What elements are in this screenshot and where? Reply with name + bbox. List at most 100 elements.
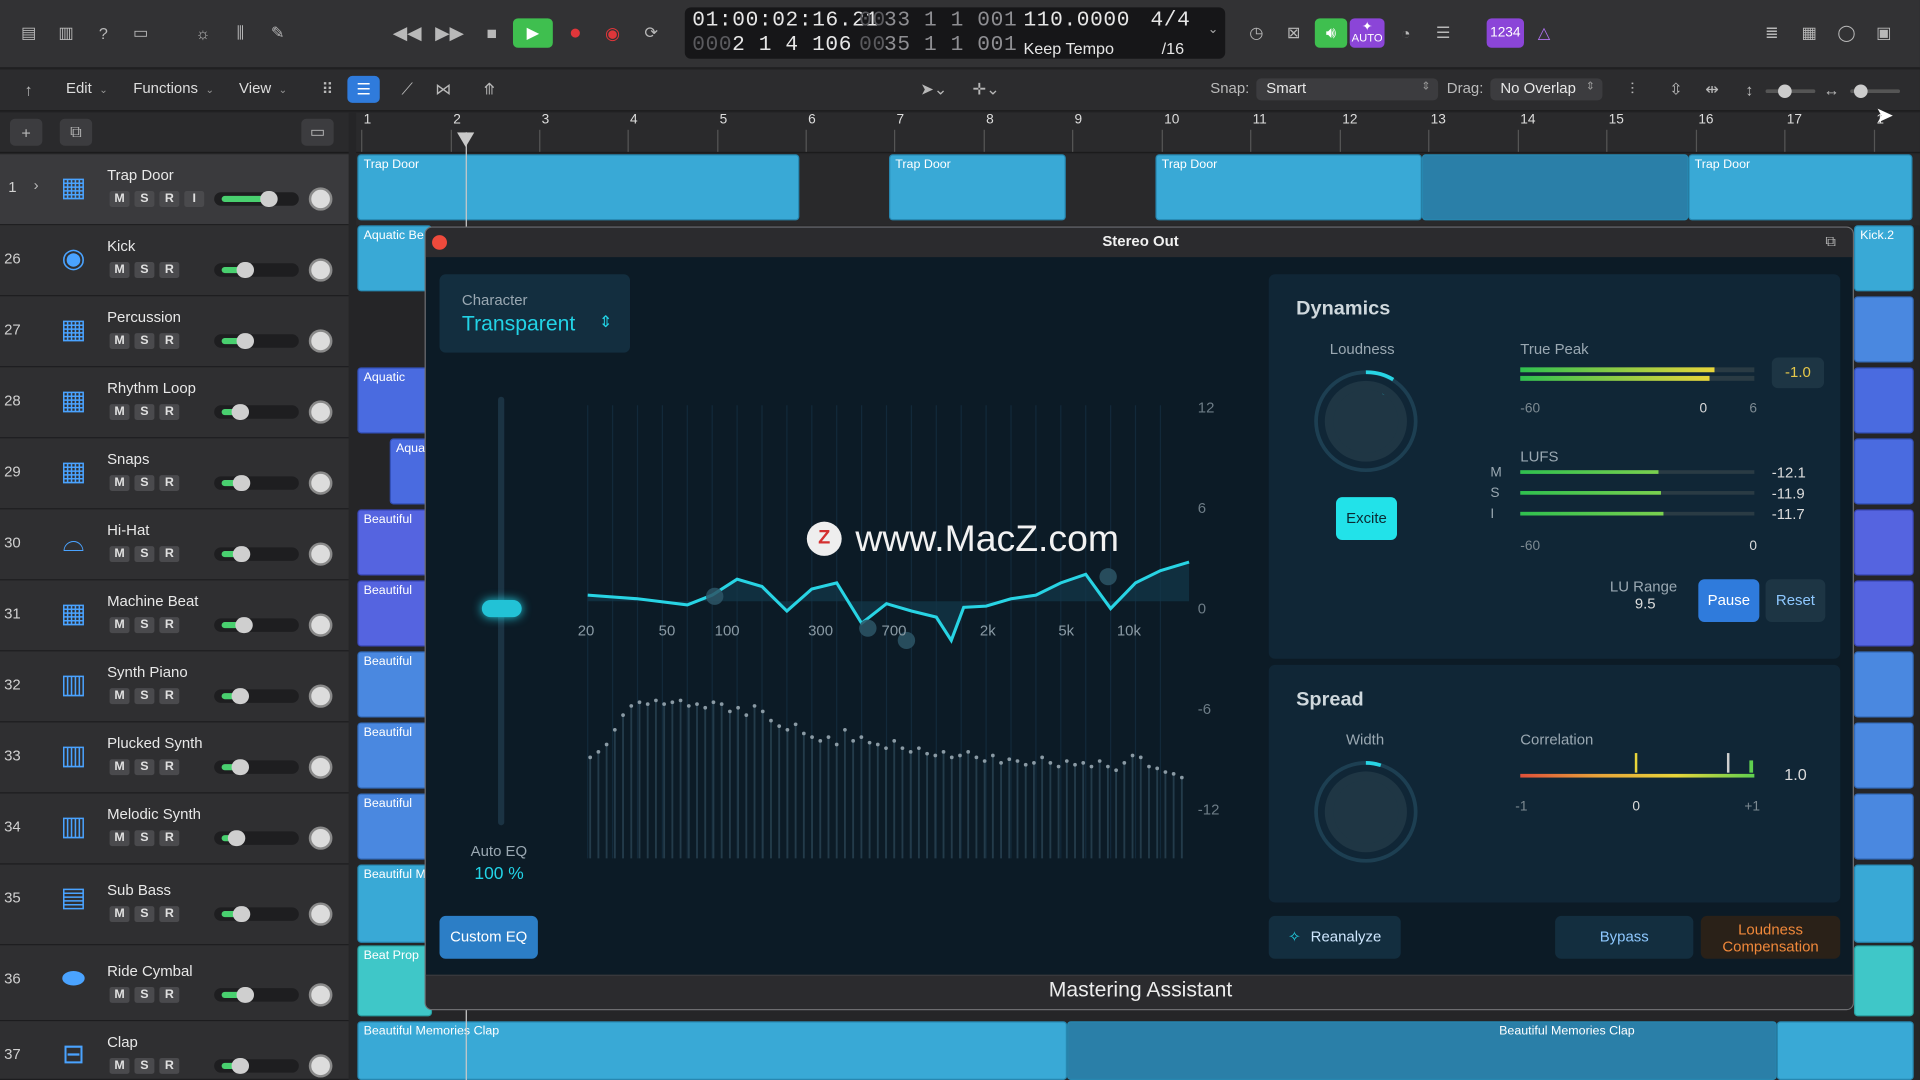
region-trap-door[interactable]: Trap Door [1155, 154, 1422, 221]
notepad-icon[interactable]: ▦ [1793, 20, 1825, 47]
waveform-zoom-icon[interactable]: ⫶ [1616, 76, 1648, 103]
pointer-tool-icon[interactable]: ➤⌄ [911, 76, 956, 103]
mute-button[interactable]: M [109, 830, 130, 847]
region-right[interactable] [1853, 438, 1914, 505]
record-arm-button[interactable]: R [159, 262, 180, 278]
region-right[interactable] [1853, 651, 1914, 718]
pan-knob[interactable] [308, 329, 333, 353]
region-aquatic-beat[interactable]: Aquatic Be [357, 225, 433, 292]
bar-number[interactable]: 8 [983, 113, 994, 152]
bar-number[interactable]: 13 [1428, 113, 1446, 152]
bar-number[interactable]: 4 [627, 113, 638, 152]
pan-knob[interactable] [308, 902, 333, 926]
solo-button[interactable]: S [134, 906, 155, 923]
cycle-icon[interactable]: ⟳ [635, 20, 667, 47]
record-icon[interactable]: ● [559, 20, 591, 47]
lcd-tempo[interactable]: 110.0000 [1023, 10, 1130, 33]
solo-button[interactable]: S [134, 1057, 155, 1074]
volume-fader[interactable] [214, 986, 299, 1003]
region-trap-door[interactable]: Trap Door [357, 154, 800, 221]
pan-knob[interactable] [308, 471, 333, 495]
chevron-down-icon[interactable]: ⌄ [1208, 23, 1218, 36]
region-clap[interactable]: Beautiful Memories Clap [357, 1021, 1068, 1080]
replace-icon[interactable]: ⊠ [1277, 20, 1309, 47]
auto-eq-slider-handle[interactable] [481, 600, 522, 618]
editors-icon[interactable]: ✎ [261, 20, 293, 47]
volume-fader[interactable] [214, 830, 299, 847]
region-kick[interactable]: Kick.2 [1853, 225, 1914, 292]
track-header[interactable]: 33 ▥ Plucked Synth M S R [0, 722, 349, 794]
bar-number[interactable]: 6 [805, 113, 816, 152]
volume-fader[interactable] [214, 333, 299, 349]
plugin-title-bar[interactable]: Stereo Out ⧉ [425, 227, 1853, 258]
region-right[interactable] [1853, 580, 1914, 647]
region-trap-door-selected[interactable] [1421, 154, 1689, 221]
stop-icon[interactable]: ■ [476, 20, 508, 47]
drag-select[interactable]: No Overlap ⇕ [1490, 78, 1603, 101]
volume-fader[interactable] [214, 404, 299, 421]
mixer-icon[interactable]: ⫼ [224, 20, 256, 47]
pan-knob[interactable] [308, 684, 333, 708]
bar-number[interactable]: 12 [1339, 113, 1357, 152]
track-header[interactable]: 37 ⊟ Clap M S R [0, 1021, 349, 1080]
track-header[interactable]: 34 ▥ Melodic Synth M S R [0, 793, 349, 865]
horizontal-zoom-slider[interactable] [1850, 84, 1901, 98]
mute-button[interactable]: M [109, 986, 130, 1003]
bar-number[interactable]: 1 [361, 113, 371, 152]
region-aquatic[interactable]: Aquatic [357, 367, 433, 434]
solo-button[interactable]: S [134, 759, 155, 776]
pan-knob[interactable] [308, 187, 333, 211]
region-clap[interactable] [1776, 1021, 1914, 1080]
volume-fader[interactable] [214, 617, 299, 634]
horizontal-zoom-icon[interactable]: ↔ [1815, 76, 1847, 103]
mute-button[interactable]: M [109, 546, 130, 563]
catch-icon[interactable]: ⤊ [473, 76, 505, 103]
volume-fader[interactable] [214, 475, 299, 492]
pan-knob[interactable] [308, 613, 333, 637]
browser-icon[interactable]: ▣ [1868, 20, 1900, 47]
record-arm-button[interactable]: R [159, 830, 180, 847]
region-beautiful[interactable]: Beautiful [357, 509, 433, 576]
list-editors-icon[interactable]: ≣ [1756, 20, 1788, 47]
mute-button[interactable]: M [109, 333, 130, 349]
reanalyze-button[interactable]: ✧ Reanalyze [1268, 915, 1401, 959]
input-monitor-button[interactable]: I [184, 191, 205, 207]
bar-number[interactable]: 9 [1071, 113, 1082, 152]
global-tracks-icon[interactable]: ▭ [301, 118, 334, 146]
bar-number[interactable]: 10 [1161, 113, 1179, 152]
track-header[interactable]: 27 ▦ Percussion M S R [0, 296, 349, 368]
track-header[interactable]: 30 ⌓ Hi-Hat M S R [0, 509, 349, 581]
record-arm-button[interactable]: R [159, 475, 180, 492]
region-beautiful[interactable]: Beautiful [357, 722, 433, 789]
replace-record-icon[interactable]: ◉ [596, 20, 628, 47]
flex-icon[interactable]: ⋈ [427, 76, 459, 103]
edit-menu[interactable]: Edit ⌄ [66, 80, 108, 97]
region-beautiful[interactable]: Beautiful [357, 580, 433, 647]
mute-button[interactable]: M [109, 475, 130, 492]
solo-button[interactable]: S [134, 986, 155, 1003]
track-name[interactable]: Trap Door [107, 167, 174, 184]
metronome-icon[interactable]: △ [1528, 20, 1560, 47]
bar-ruler[interactable]: 1 2 3 4 5 6 7 8 9 10 11 12 13 14 15 16 17 1 [356, 112, 1920, 154]
region-beat-prop[interactable]: Beat Prop [357, 945, 433, 1017]
volume-fader[interactable] [214, 191, 299, 207]
record-arm-button[interactable]: R [159, 617, 180, 634]
track-header[interactable]: 28 ▦ Rhythm Loop M S R [0, 367, 349, 439]
solo-button[interactable]: S [134, 617, 155, 634]
record-arm-button[interactable]: R [159, 333, 180, 349]
region-clap-selected[interactable]: Beautiful Memories Clap [1067, 1021, 1777, 1080]
pan-knob[interactable] [308, 542, 333, 566]
volume-fader[interactable] [214, 906, 299, 923]
library-icon[interactable]: ▤ [12, 20, 44, 47]
track-name[interactable]: Sub Bass [107, 882, 171, 899]
record-arm-button[interactable]: R [159, 906, 180, 923]
bar-number[interactable]: 3 [539, 113, 549, 152]
inspector-icon[interactable]: ▥ [50, 20, 82, 47]
track-name[interactable]: Rhythm Loop [107, 380, 196, 397]
link-icon[interactable]: ⧉ [1825, 233, 1836, 251]
lcd-display[interactable]: 01:00:02:16.21 00 33 1 1 001 000 2 1 4 1… [684, 7, 1226, 59]
volume-fader[interactable] [214, 262, 299, 278]
fast-forward-icon[interactable]: ▶▶ [433, 20, 465, 47]
mute-button[interactable]: M [109, 262, 130, 278]
track-name[interactable]: Hi-Hat [107, 522, 149, 539]
